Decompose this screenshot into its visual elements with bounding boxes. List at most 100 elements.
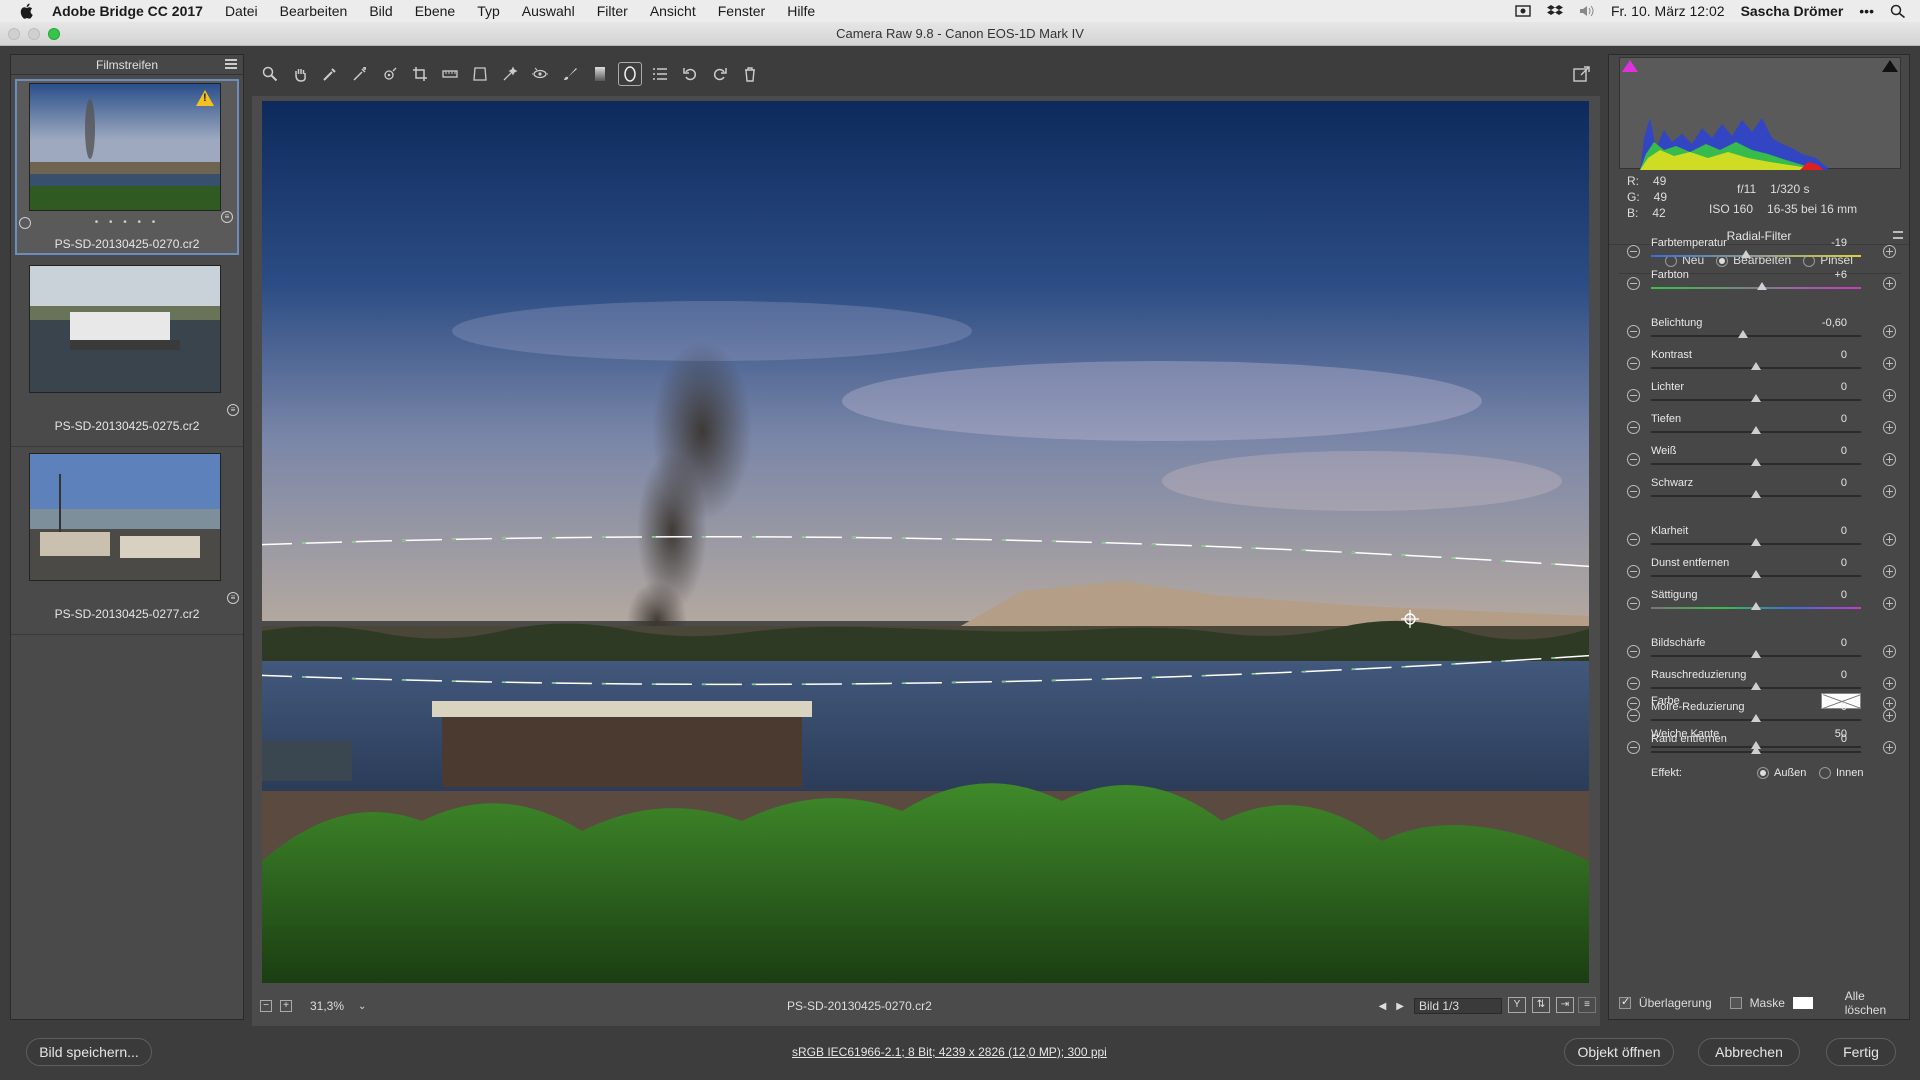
slider-plus-icon[interactable] xyxy=(1883,357,1896,370)
zoom-out-button[interactable]: − xyxy=(260,1000,272,1012)
overlay-checkbox[interactable] xyxy=(1619,995,1631,1009)
slider-plus-icon[interactable] xyxy=(1883,565,1896,578)
slider-value[interactable]: -19 xyxy=(1811,237,1847,249)
workflow-options-link[interactable]: sRGB IEC61966-2.1; 8 Bit; 4239 x 2826 (1… xyxy=(792,1045,1107,1059)
save-image-button[interactable]: Bild speichern... xyxy=(26,1038,152,1066)
slider-thumb[interactable] xyxy=(1751,682,1761,690)
filmstrip-item-0270[interactable]: • • • • • ≡ PS-SD-20130425-0270.cr2 xyxy=(15,79,239,255)
menu-auswahl[interactable]: Auswahl xyxy=(522,3,575,19)
before-after-y-icon[interactable]: Y xyxy=(1508,997,1526,1013)
toggle-settings-icon[interactable]: ≡ xyxy=(1578,997,1596,1013)
slider-thumb[interactable] xyxy=(1751,650,1761,658)
mask-checkbox[interactable] xyxy=(1729,997,1742,1009)
effect-outside[interactable]: Außen xyxy=(1757,767,1806,780)
slider-thumb[interactable] xyxy=(1751,538,1761,546)
slider-thumb[interactable] xyxy=(1751,746,1761,754)
slider-thumb[interactable] xyxy=(1751,570,1761,578)
cancel-button[interactable]: Abbrechen xyxy=(1698,1038,1800,1066)
menu-bild[interactable]: Bild xyxy=(369,3,392,19)
red-eye-tool-icon[interactable] xyxy=(528,62,552,86)
menubar-user[interactable]: Sascha Drömer xyxy=(1741,3,1844,19)
rotate-left-icon[interactable] xyxy=(678,62,702,86)
window-zoom-button[interactable] xyxy=(48,28,60,40)
menu-fenster[interactable]: Fenster xyxy=(718,3,765,19)
menu-bearbeiten[interactable]: Bearbeiten xyxy=(280,3,348,19)
straighten-tool-icon[interactable] xyxy=(438,62,462,86)
slider-plus-icon[interactable] xyxy=(1883,645,1896,658)
slider-value[interactable]: 0 xyxy=(1811,477,1847,489)
slider-thumb[interactable] xyxy=(1751,714,1761,722)
adjustment-brush-icon[interactable] xyxy=(558,62,582,86)
color-sampler-tool-icon[interactable] xyxy=(348,62,372,86)
zoom-level[interactable]: 31,3% xyxy=(310,999,344,1013)
menu-hilfe[interactable]: Hilfe xyxy=(787,3,815,19)
slider-minus-icon[interactable] xyxy=(1627,389,1640,402)
preview-photo[interactable] xyxy=(262,101,1589,983)
slider-plus-icon[interactable] xyxy=(1883,597,1896,610)
menu-ebene[interactable]: Ebene xyxy=(415,3,455,19)
menu-ansicht[interactable]: Ansicht xyxy=(650,3,696,19)
app-name[interactable]: Adobe Bridge CC 2017 xyxy=(52,3,203,19)
zoom-dropdown-icon[interactable]: ⌄ xyxy=(358,1001,366,1012)
graduated-filter-icon[interactable] xyxy=(588,62,612,86)
menu-datei[interactable]: Datei xyxy=(225,3,258,19)
slider-minus-icon[interactable] xyxy=(1627,533,1640,546)
slider-value[interactable]: 0 xyxy=(1811,669,1847,681)
slider-value[interactable]: 0 xyxy=(1811,381,1847,393)
crop-tool-icon[interactable] xyxy=(408,62,432,86)
slider-minus-icon[interactable] xyxy=(1627,677,1640,690)
slider-thumb[interactable] xyxy=(1740,250,1751,258)
slider-thumb[interactable] xyxy=(1738,330,1749,338)
rotate-right-icon[interactable] xyxy=(708,62,732,86)
slider-minus-icon[interactable] xyxy=(1627,245,1640,258)
screen-capture-icon[interactable] xyxy=(1515,4,1531,18)
menubar-more[interactable]: ••• xyxy=(1859,3,1874,19)
slider-thumb[interactable] xyxy=(1751,426,1761,434)
radial-filter-icon[interactable] xyxy=(618,62,642,86)
slider-minus-icon[interactable] xyxy=(1627,421,1640,434)
slider-plus-icon[interactable] xyxy=(1883,245,1896,258)
open-in-photoshop-icon[interactable] xyxy=(1570,62,1594,86)
slider-plus-icon[interactable] xyxy=(1883,709,1896,722)
white-balance-tool-icon[interactable] xyxy=(318,62,342,86)
volume-icon[interactable] xyxy=(1579,4,1595,18)
slider-value[interactable]: 0 xyxy=(1811,413,1847,425)
radio-effect-outside[interactable] xyxy=(1757,767,1769,780)
slider-plus-icon[interactable] xyxy=(1883,741,1896,754)
slider-track[interactable] xyxy=(1651,255,1861,257)
zoom-tool-icon[interactable] xyxy=(258,62,282,86)
rating-stars[interactable]: • • • • • xyxy=(17,217,237,228)
hand-tool-icon[interactable] xyxy=(288,62,312,86)
radio-effect-inside[interactable] xyxy=(1819,767,1831,780)
slider-plus-icon[interactable] xyxy=(1883,485,1896,498)
slider-plus-icon[interactable] xyxy=(1883,533,1896,546)
slider-thumb[interactable] xyxy=(1751,490,1761,498)
slider-plus-icon[interactable] xyxy=(1883,453,1896,466)
preferences-list-icon[interactable] xyxy=(648,62,672,86)
spot-removal-tool-icon[interactable] xyxy=(498,62,522,86)
slider-plus-icon[interactable] xyxy=(1883,421,1896,434)
slider-minus-icon[interactable] xyxy=(1627,357,1640,370)
mask-label[interactable]: Maske xyxy=(1750,996,1785,1010)
slider-minus-icon[interactable] xyxy=(1627,453,1640,466)
slider-value[interactable]: 0 xyxy=(1811,349,1847,361)
slider-value[interactable]: -0,60 xyxy=(1811,317,1847,329)
menu-typ[interactable]: Typ xyxy=(477,3,500,19)
slider-minus-icon[interactable] xyxy=(1627,325,1640,338)
slider-plus-icon[interactable] xyxy=(1883,277,1896,290)
highlight-clipping-icon[interactable] xyxy=(1882,60,1898,72)
filmstrip-item-0277[interactable]: ≡ PS-SD-20130425-0277.cr2 xyxy=(11,447,243,635)
slider-value[interactable]: 0 xyxy=(1811,557,1847,569)
overlay-label[interactable]: Überlagerung xyxy=(1639,996,1712,1010)
done-button[interactable]: Fertig xyxy=(1826,1038,1896,1066)
next-image-icon[interactable]: ▶ xyxy=(1396,1001,1404,1012)
slider-track[interactable] xyxy=(1651,335,1861,337)
clear-all-button[interactable]: Alle löschen xyxy=(1845,989,1909,1017)
slider-thumb[interactable] xyxy=(1751,394,1761,402)
slider-plus-icon[interactable] xyxy=(1883,677,1896,690)
slider-minus-icon[interactable] xyxy=(1627,709,1640,722)
slider-value[interactable]: 0 xyxy=(1811,445,1847,457)
slider-plus-icon[interactable] xyxy=(1883,325,1896,338)
apple-icon[interactable] xyxy=(18,2,36,20)
slider-thumb[interactable] xyxy=(1751,602,1761,610)
